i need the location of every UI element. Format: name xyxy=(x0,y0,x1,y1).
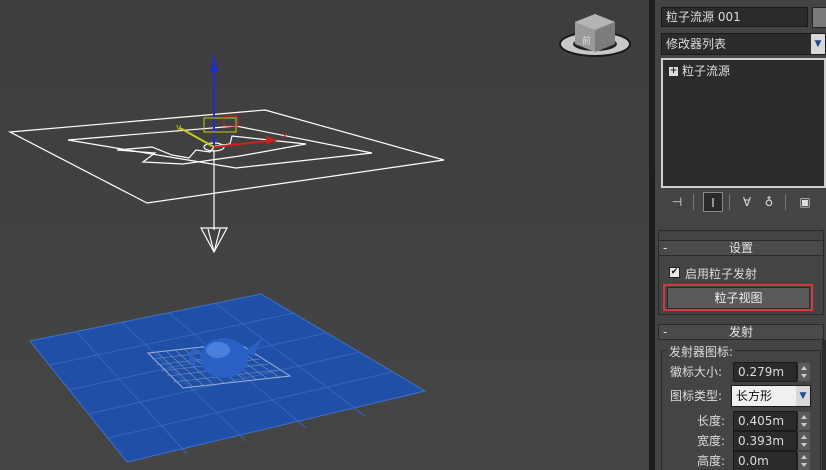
stack-item[interactable]: + 粒子流源 xyxy=(669,64,730,78)
settings-title: 设置 xyxy=(728,241,753,255)
make-unique-icon[interactable]: ∀ xyxy=(737,192,757,212)
toolbar-divider xyxy=(729,194,730,210)
viewcube-label: 前 xyxy=(582,35,591,47)
viewcube-icon: 前 xyxy=(559,14,631,57)
emitter-icon-group-label: 发射器图标: xyxy=(667,343,736,360)
toolbar-divider xyxy=(693,194,694,210)
object-color-swatch[interactable] xyxy=(812,7,826,28)
svg-text:z: z xyxy=(211,53,216,63)
command-panel: 粒子流源 001 修改器列表 ▼ + 粒子流源 ⊣ Ⅰ ∀ ♁ ▣ - 设置 ✔… xyxy=(655,0,826,470)
icon-type-dropdown[interactable]: 长方形 ▼ xyxy=(731,385,811,407)
length-label: 长度: xyxy=(697,414,726,428)
height-label: 高度: xyxy=(697,454,726,468)
highlight-box xyxy=(663,284,813,311)
perspective-viewport[interactable]: z x y 前 xyxy=(0,0,649,470)
logo-size-label: 徽标大小: xyxy=(670,365,723,379)
remove-modifier-icon[interactable]: ♁ xyxy=(759,192,779,212)
width-label: 宽度: xyxy=(697,434,726,448)
width-input[interactable]: 0.393m xyxy=(733,431,797,451)
chevron-down-icon: ▼ xyxy=(811,34,825,54)
icon-type-label: 图标类型: xyxy=(670,389,723,403)
enable-emission-label: 启用粒子发射 xyxy=(685,267,758,281)
show-end-result-icon[interactable]: Ⅰ xyxy=(703,192,723,212)
modifier-list-dropdown[interactable]: 修改器列表 ▼ xyxy=(661,33,826,55)
modifier-list-label: 修改器列表 xyxy=(666,37,727,51)
length-spinner[interactable] xyxy=(797,412,810,430)
toolbar-divider xyxy=(785,194,786,210)
svg-text:y: y xyxy=(176,123,182,133)
pin-stack-icon[interactable]: ⊣ xyxy=(667,192,687,212)
chevron-down-icon: ▼ xyxy=(796,386,810,406)
emission-rollout-header[interactable]: - 发射 xyxy=(658,324,824,340)
blue-plane-object xyxy=(29,293,427,463)
length-input[interactable]: 0.405m xyxy=(733,411,797,431)
icon-type-value: 长方形 xyxy=(736,389,773,403)
expand-icon[interactable]: + xyxy=(669,66,678,76)
particle-flow-emitter-icon xyxy=(7,109,445,254)
stack-item-label: 粒子流源 xyxy=(682,64,731,78)
height-spinner[interactable] xyxy=(797,452,810,470)
logo-size-input[interactable]: 0.279m xyxy=(733,362,797,382)
modifier-stack[interactable]: + 粒子流源 xyxy=(661,58,826,188)
height-input[interactable]: 0.0m xyxy=(733,451,797,470)
panel-scrollbar[interactable] xyxy=(822,340,826,470)
svg-text:x: x xyxy=(282,131,288,141)
emission-title: 发射 xyxy=(728,325,753,339)
settings-rollout-header[interactable]: - 设置 xyxy=(658,240,824,256)
stack-toolbar: ⊣ Ⅰ ∀ ♁ ▣ xyxy=(661,190,826,214)
width-spinner[interactable] xyxy=(797,432,810,450)
enable-emission-checkbox[interactable]: ✔ xyxy=(669,267,680,278)
object-name-field[interactable]: 粒子流源 001 xyxy=(661,7,808,27)
logo-size-spinner[interactable] xyxy=(797,363,810,381)
viewport-scene: z x y 前 xyxy=(7,14,631,463)
configure-modifier-sets-icon[interactable]: ▣ xyxy=(795,192,815,212)
